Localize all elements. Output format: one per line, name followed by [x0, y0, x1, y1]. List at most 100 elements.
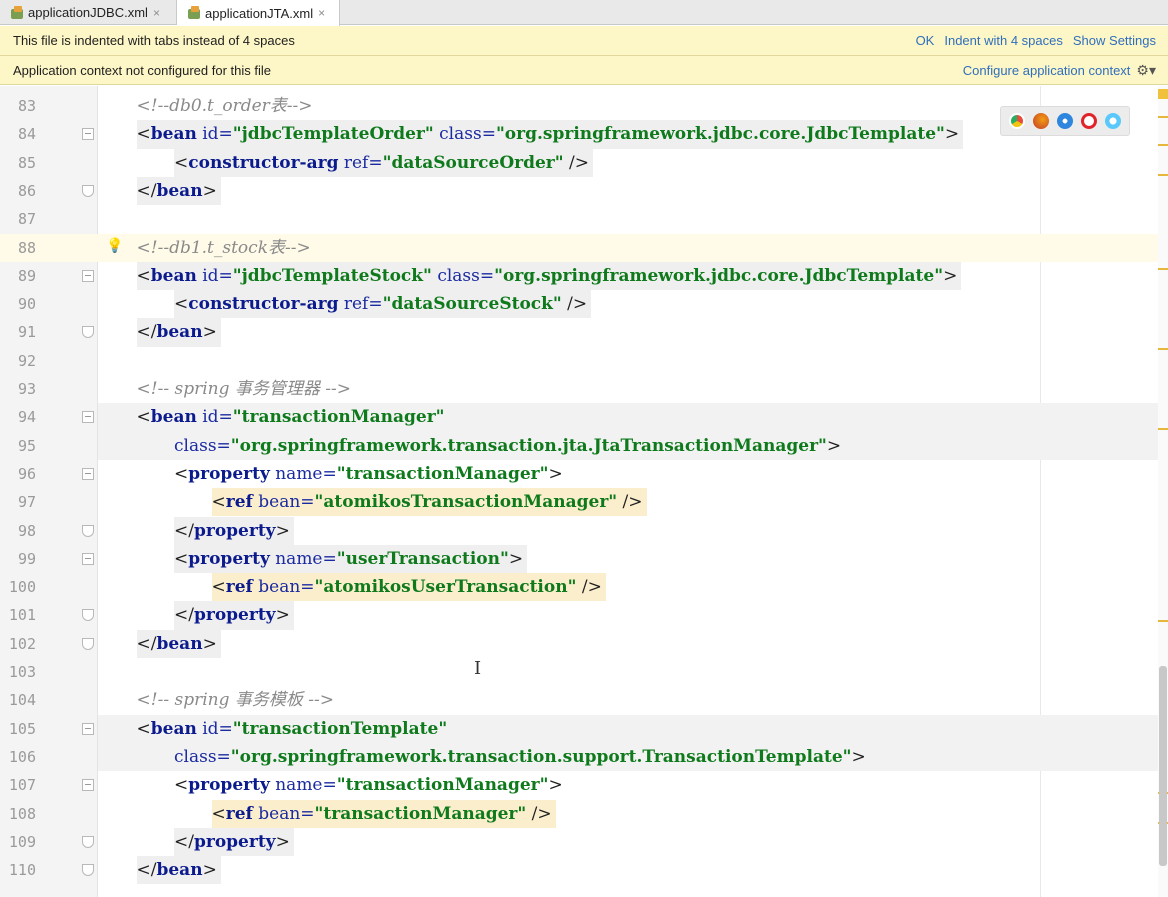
- fold-end-icon[interactable]: [82, 609, 94, 622]
- code-token: <: [174, 152, 189, 173]
- code-line[interactable]: 85 <constructor-arg ref="dataSourceOrder"…: [0, 148, 1158, 177]
- firefox-icon[interactable]: [1033, 113, 1049, 129]
- code-text[interactable]: <!-- spring 事务模板 -->: [137, 686, 339, 714]
- code-text[interactable]: </property>: [174, 516, 294, 545]
- code-line[interactable]: 101 </property>: [0, 601, 1158, 630]
- code-token: >: [944, 124, 960, 145]
- code-line[interactable]: 93 <!-- spring 事务管理器 -->: [0, 375, 1158, 403]
- indent-with-spaces-link[interactable]: Indent with 4 spaces: [944, 33, 1063, 48]
- code-line[interactable]: 108 <ref bean="transactionManager" />: [0, 799, 1158, 828]
- code-line[interactable]: 102 </bean>: [0, 629, 1158, 658]
- code-line[interactable]: 90 <constructor-arg ref="dataSourceStock"…: [0, 290, 1158, 319]
- code-line[interactable]: 87: [0, 205, 1158, 233]
- fold-collapse-icon[interactable]: [82, 722, 94, 735]
- code-line[interactable]: 95 class="org.springframework.transaction…: [0, 431, 1158, 460]
- code-text[interactable]: class="org.springframework.transaction.j…: [174, 432, 845, 460]
- gear-icon[interactable]: ⚙▾: [1136, 62, 1156, 79]
- code-line[interactable]: 83 <!--db0.t_order表-->: [0, 92, 1158, 120]
- fold-collapse-icon[interactable]: [82, 411, 94, 424]
- fold-end-icon[interactable]: [82, 184, 94, 197]
- fold-collapse-icon[interactable]: [82, 269, 94, 282]
- code-line[interactable]: 107 <property name="transactionManager">: [0, 771, 1158, 799]
- error-stripe-mark[interactable]: [1158, 144, 1168, 146]
- code-line[interactable]: 105 <bean id="transactionTemplate": [0, 714, 1158, 743]
- code-line[interactable]: 97 <ref bean="atomikosTransactionManager"…: [0, 488, 1158, 517]
- code-text[interactable]: <bean id="jdbcTemplateOrder" class="org.…: [136, 120, 964, 149]
- code-line[interactable]: 86 </bean>: [0, 176, 1158, 206]
- code-line[interactable]: 88 💡 <!--db1.t_stock表-->: [0, 233, 1158, 262]
- line-number: 85: [17, 153, 36, 172]
- code-text[interactable]: </bean>: [136, 629, 221, 658]
- close-icon[interactable]: ×: [318, 6, 325, 20]
- code-text[interactable]: </property>: [174, 601, 294, 630]
- ie-icon[interactable]: [1105, 113, 1121, 129]
- code-text[interactable]: class="org.springframework.transaction.s…: [174, 743, 870, 771]
- fold-end-icon[interactable]: [82, 524, 94, 537]
- vertical-scrollbar[interactable]: [1158, 86, 1168, 897]
- code-text[interactable]: </property>: [174, 827, 294, 857]
- code-text[interactable]: <bean id="transactionManager": [137, 403, 449, 431]
- fold-end-icon[interactable]: [82, 326, 94, 339]
- code-text[interactable]: <constructor-arg ref="dataSourceStock" /…: [174, 290, 592, 319]
- code-token: "transactionManager": [336, 775, 549, 796]
- show-settings-link[interactable]: Show Settings: [1073, 33, 1156, 48]
- code-text[interactable]: <bean id="jdbcTemplateStock" class="org.…: [136, 261, 962, 291]
- error-stripe-mark[interactable]: [1158, 620, 1168, 622]
- code-token: >: [202, 180, 217, 201]
- fold-end-icon[interactable]: [82, 864, 94, 877]
- code-line[interactable]: 92: [0, 347, 1158, 375]
- line-number: 94: [17, 408, 36, 427]
- code-text[interactable]: </bean>: [136, 176, 221, 206]
- safari-icon[interactable]: [1057, 113, 1073, 129]
- code-text[interactable]: <property name="transactionManager">: [174, 771, 567, 799]
- code-text[interactable]: <property name="userTransaction">: [174, 544, 528, 574]
- configure-context-link[interactable]: Configure application context: [963, 63, 1131, 78]
- code-text[interactable]: <ref bean="atomikosUserTransaction" />: [211, 573, 606, 602]
- error-stripe-mark[interactable]: [1158, 428, 1168, 430]
- code-line[interactable]: 94 <bean id="transactionManager": [0, 403, 1158, 432]
- lightbulb-icon[interactable]: 💡: [106, 237, 123, 254]
- fold-end-icon[interactable]: [82, 835, 94, 848]
- code-line[interactable]: 106 class="org.springframework.transactio…: [0, 742, 1158, 772]
- code-line[interactable]: 89 <bean id="jdbcTemplateStock" class="or…: [0, 261, 1158, 291]
- code-line[interactable]: 109 </property>: [0, 827, 1158, 857]
- code-line[interactable]: 100 <ref bean="atomikosUserTransaction" /…: [0, 573, 1158, 602]
- code-text[interactable]: </bean>: [136, 318, 221, 347]
- code-editor[interactable]: 83 <!--db0.t_order表--> 84 <bean id="jdbcTem…: [0, 86, 1168, 897]
- code-line[interactable]: 96 <property name="transactionManager">: [0, 460, 1158, 488]
- fold-collapse-icon[interactable]: [82, 467, 94, 480]
- error-stripe-mark[interactable]: [1158, 116, 1168, 118]
- code-token: class=: [174, 435, 231, 456]
- fold-end-icon[interactable]: [82, 637, 94, 650]
- code-line[interactable]: 84 <bean id="jdbcTemplateOrder" class="or…: [0, 120, 1158, 149]
- code-text[interactable]: <!--db0.t_order表-->: [137, 92, 317, 120]
- warning-marker[interactable]: [1158, 89, 1168, 99]
- code-line[interactable]: 110 </bean>: [0, 856, 1158, 885]
- code-text[interactable]: <!--db1.t_stock表-->: [137, 234, 315, 262]
- code-line[interactable]: 103: [0, 658, 1158, 686]
- code-line[interactable]: 98 </property>: [0, 516, 1158, 545]
- tab-applicationjta[interactable]: applicationJTA.xml ×: [177, 0, 340, 26]
- code-line[interactable]: 99 <property name="userTransaction">: [0, 544, 1158, 574]
- code-text[interactable]: </bean>: [136, 856, 221, 885]
- fold-collapse-icon[interactable]: [82, 128, 94, 141]
- tab-applicationjdbc[interactable]: applicationJDBC.xml ×: [0, 0, 177, 25]
- code-line[interactable]: 91 </bean>: [0, 318, 1158, 347]
- code-line[interactable]: 104 <!-- spring 事务模板 -->: [0, 686, 1158, 714]
- error-stripe-mark[interactable]: [1158, 268, 1168, 270]
- fold-collapse-icon[interactable]: [82, 552, 94, 565]
- chrome-icon[interactable]: [1009, 113, 1025, 129]
- error-stripe-mark[interactable]: [1158, 174, 1168, 176]
- ok-link[interactable]: OK: [916, 33, 935, 48]
- code-text[interactable]: <bean id="transactionTemplate": [137, 715, 452, 743]
- close-icon[interactable]: ×: [153, 6, 160, 20]
- code-text[interactable]: <ref bean="transactionManager" />: [211, 799, 556, 828]
- code-text[interactable]: <property name="transactionManager">: [174, 460, 567, 488]
- scrollbar-thumb[interactable]: [1159, 666, 1167, 866]
- error-stripe-mark[interactable]: [1158, 348, 1168, 350]
- code-text[interactable]: <!-- spring 事务管理器 -->: [137, 375, 356, 403]
- code-text[interactable]: <constructor-arg ref="dataSourceOrder" /…: [174, 148, 593, 177]
- code-text[interactable]: <ref bean="atomikosTransactionManager" /…: [211, 488, 647, 517]
- opera-icon[interactable]: [1081, 113, 1097, 129]
- fold-collapse-icon[interactable]: [82, 779, 94, 792]
